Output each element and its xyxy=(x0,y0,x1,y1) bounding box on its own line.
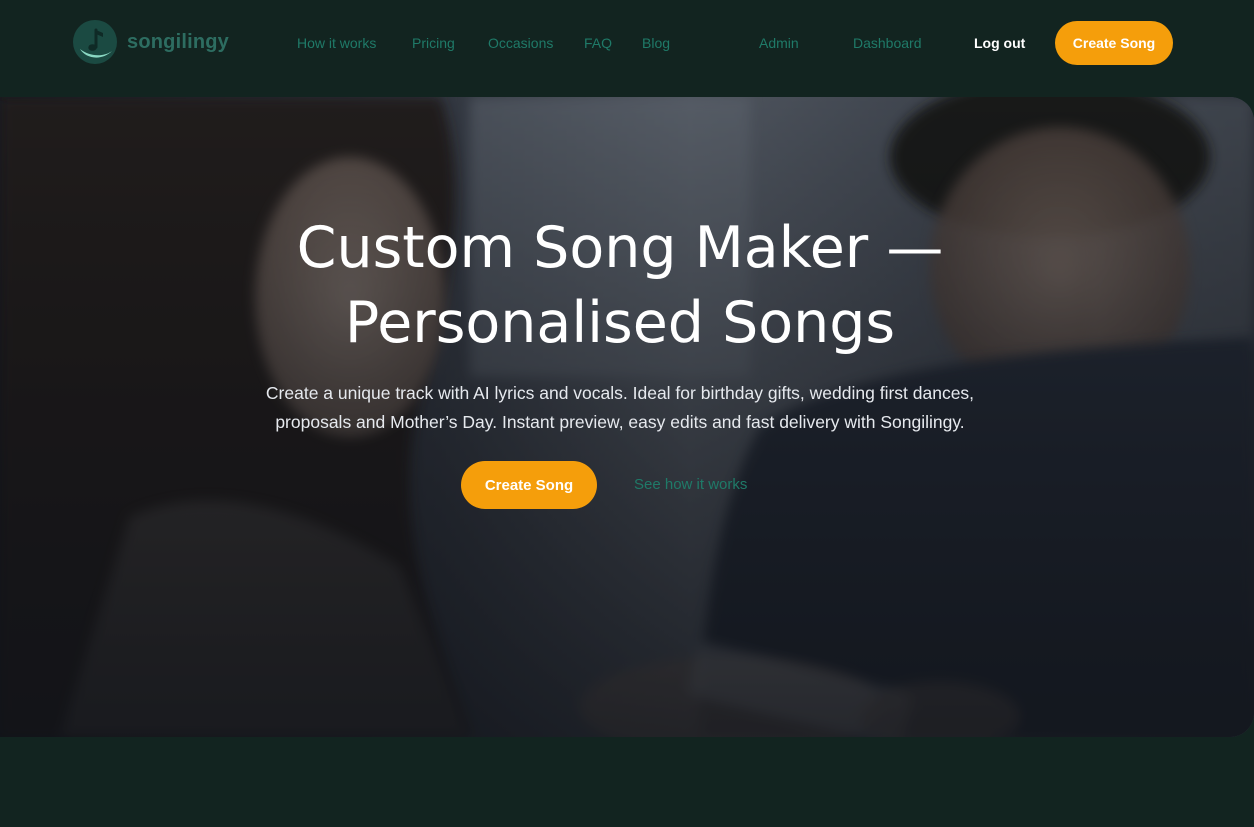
music-note-icon xyxy=(73,20,117,64)
nav-link-pricing[interactable]: Pricing xyxy=(412,34,455,52)
logout-link[interactable]: Log out xyxy=(974,34,1025,52)
see-how-it-works-link[interactable]: See how it works xyxy=(634,476,747,494)
hero-section: Custom Song Maker — Personalised Songs C… xyxy=(0,97,1254,737)
nav-link-admin[interactable]: Admin xyxy=(759,34,799,52)
hero-title: Custom Song Maker — Personalised Songs xyxy=(0,211,1240,361)
hero-subtitle-line-1: Create a unique track with AI lyrics and… xyxy=(265,383,975,403)
hero-subtitle-line-2: proposals and Mother’s Day. Instant prev… xyxy=(275,412,965,432)
hero-title-line-2: Personalised Songs xyxy=(344,290,896,356)
hero-title-line-1: Custom Song Maker — xyxy=(296,215,944,281)
create-song-button[interactable]: Create Song xyxy=(1055,21,1173,65)
hero-content: Custom Song Maker — Personalised Songs C… xyxy=(0,97,1254,737)
site-header: songilingy How it works Pricing Occasion… xyxy=(0,0,1254,86)
nav-link-dashboard[interactable]: Dashboard xyxy=(853,34,922,52)
nav-link-faq[interactable]: FAQ xyxy=(584,34,612,52)
nav-link-blog[interactable]: Blog xyxy=(642,34,670,52)
page: songilingy How it works Pricing Occasion… xyxy=(0,0,1254,827)
logo-link[interactable]: songilingy xyxy=(72,19,229,65)
hero-create-song-button[interactable]: Create Song xyxy=(461,461,597,509)
hero-subtitle: Create a unique track with AI lyrics and… xyxy=(230,379,1010,437)
brand-name: songilingy xyxy=(127,30,229,53)
nav-link-occasions[interactable]: Occasions xyxy=(488,34,553,52)
nav-link-how-it-works[interactable]: How it works xyxy=(297,34,376,52)
